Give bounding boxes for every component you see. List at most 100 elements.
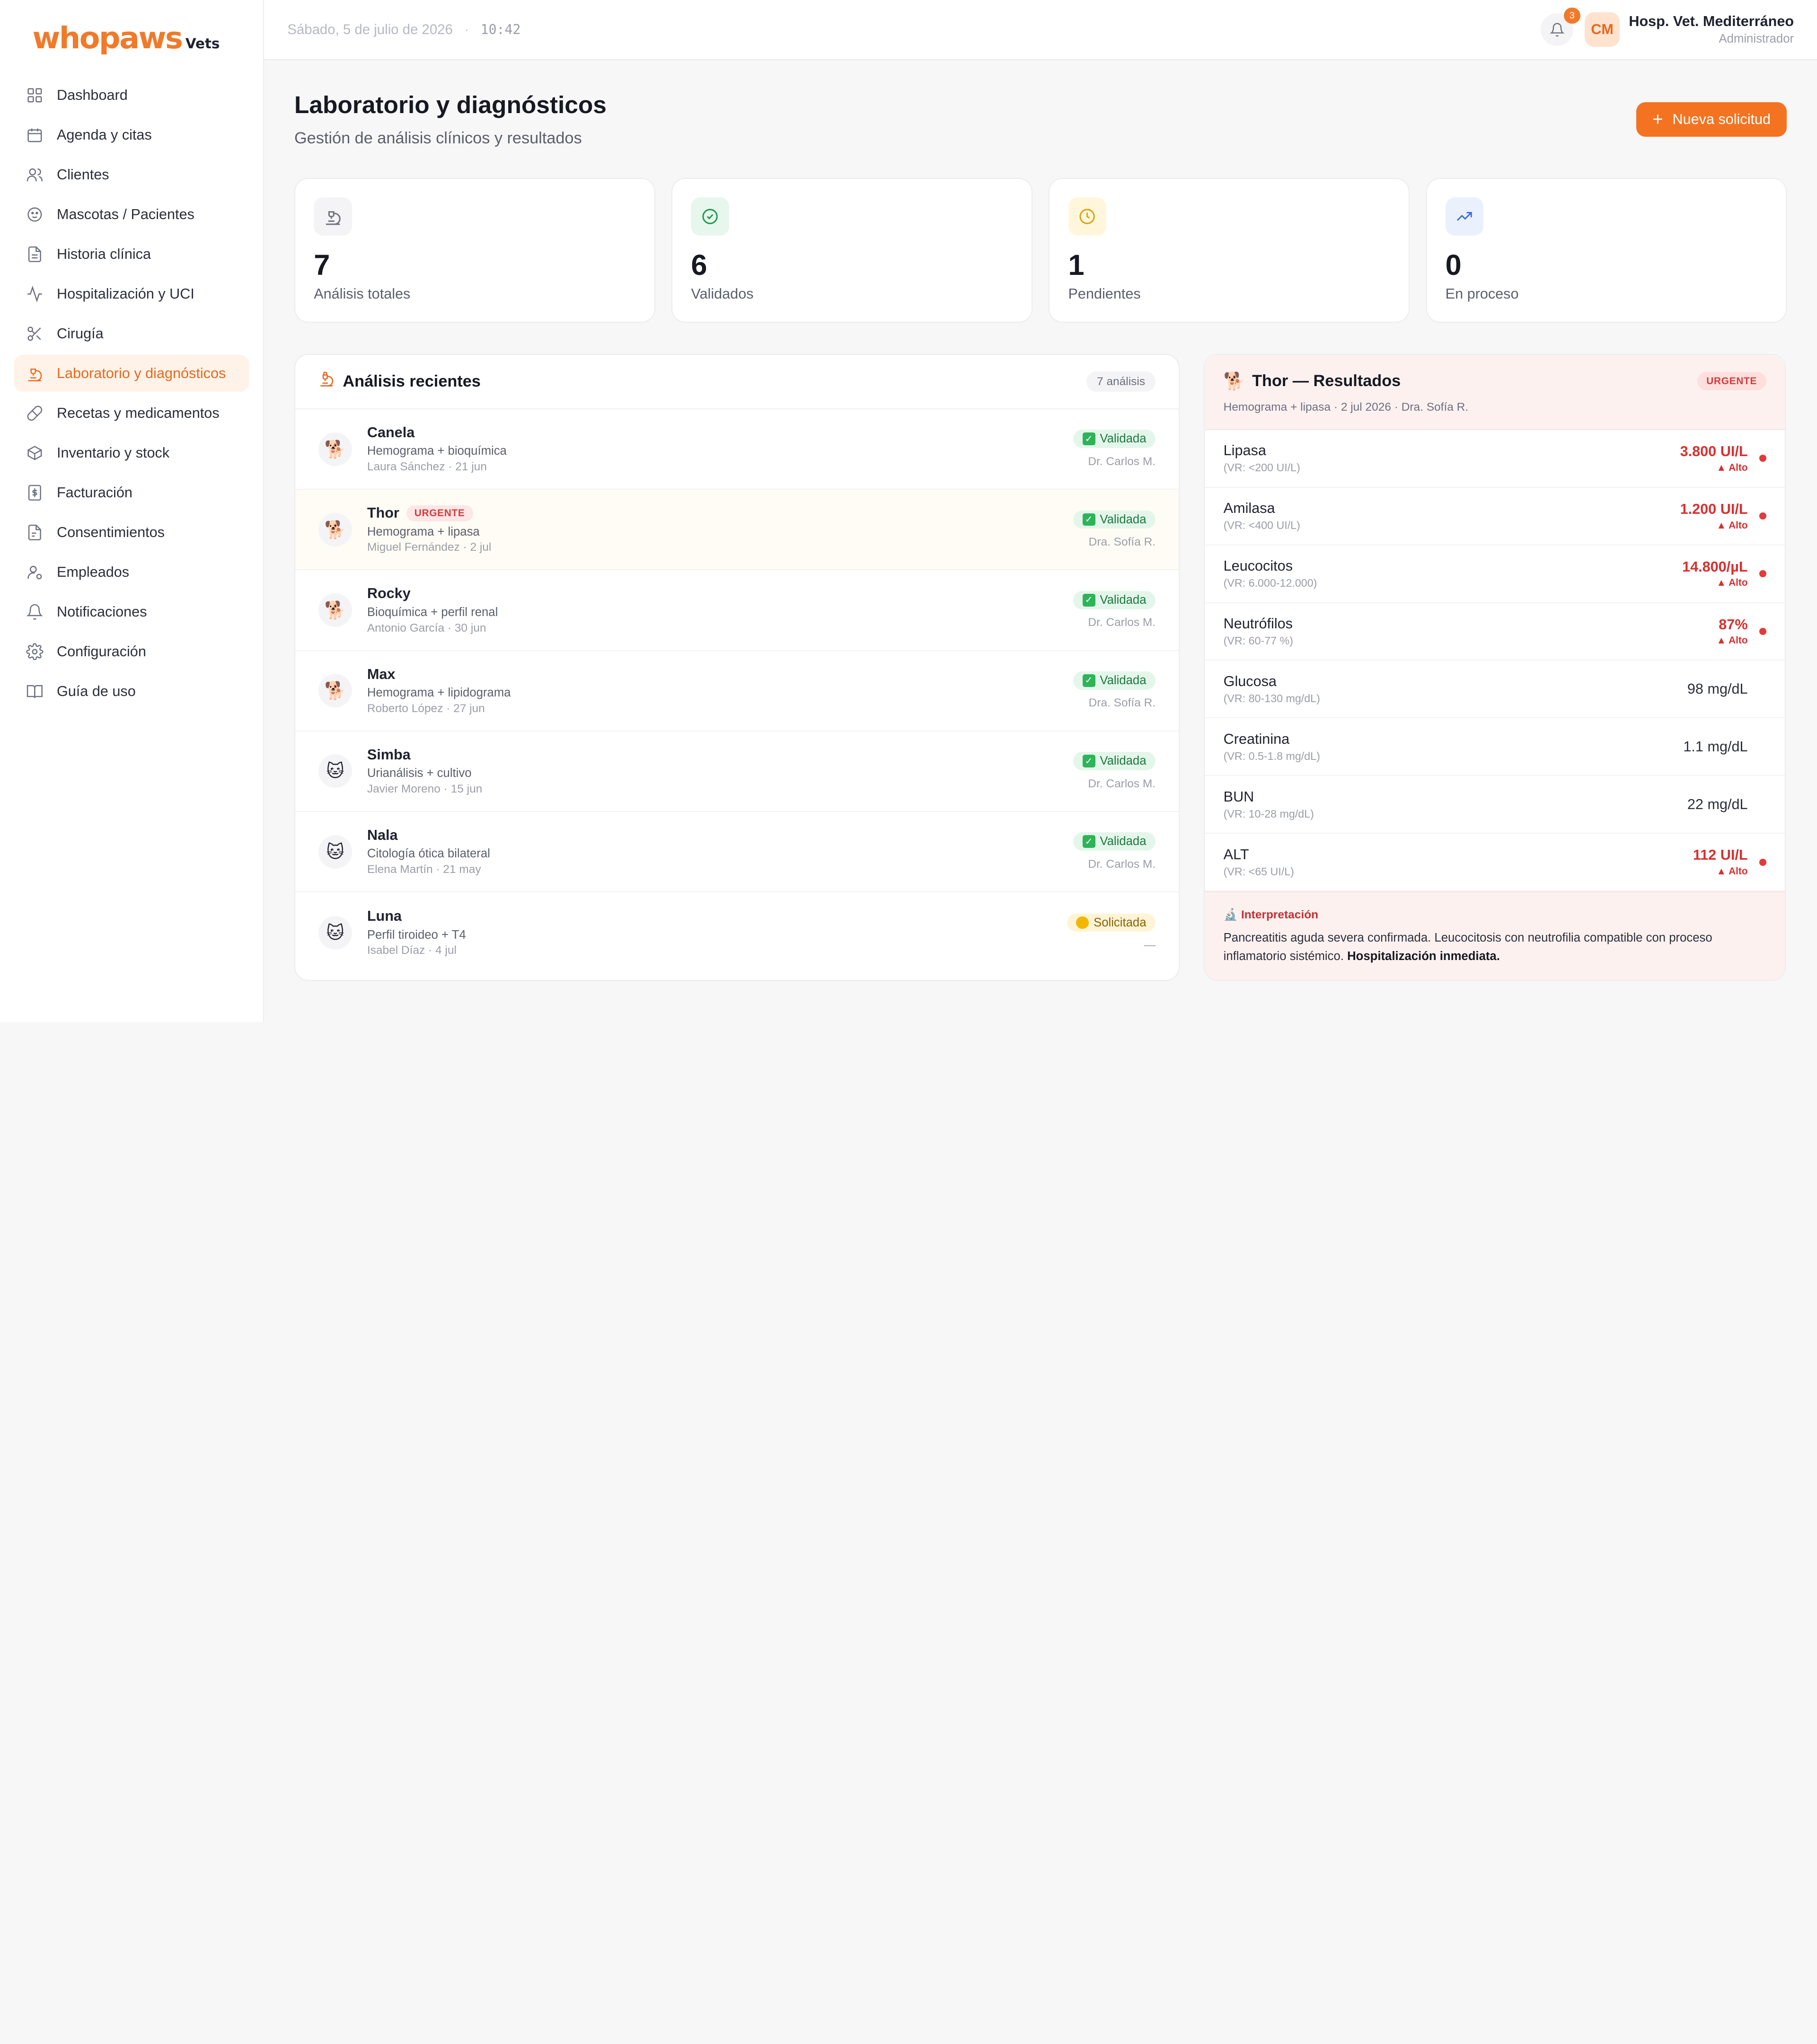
invoice-icon [26,484,44,502]
org-name: Hosp. Vet. Mediterráneo [1629,13,1794,30]
sidebar-item-consentimientos[interactable]: Consentimientos [14,514,249,551]
result-name: Leucocitos [1223,558,1293,574]
doctor-name: Dr. Carlos M. [1088,616,1156,629]
sidebar-item-mascotas-pacientes[interactable]: Mascotas / Pacientes [14,196,249,233]
new-request-button[interactable]: + Nueva solicitud [1636,102,1787,137]
sidebar-item-guia-de-uso[interactable]: Guía de uso [14,673,249,710]
alert-dot-icon [1759,628,1766,635]
result-value: 1.200 UI/L [1680,501,1748,517]
avatar[interactable]: CM [1585,12,1620,47]
table-row[interactable]: 🐱 Nala Citología ótica bilateral Elena Mart… [295,812,1179,893]
logo-sub: Vets [185,35,220,52]
owner-date: Antonio García · 30 jun [367,621,486,634]
sidebar-item-recetas-y-medicamentos[interactable]: Recetas y medicamentos [14,395,249,432]
stat-value: 1 [1068,248,1085,281]
result-reference: (VR: <200 UI/L) [1223,461,1300,474]
result-row: Lipasa (VR: <200 UI/L) 3.800 UI/L ▲ Alto [1205,430,1785,488]
sidebar-item-label: Cirugía [56,325,104,342]
result-value: 22 mg/dL [1687,796,1748,812]
result-name: Lipasa [1223,442,1266,459]
sidebar-item-configuracion[interactable]: Configuración [14,633,249,670]
scissors-icon [26,325,44,343]
alert-dot-icon [1759,455,1766,462]
check-icon: ✓ [1082,674,1095,687]
sidebar-item-laboratorio-y-diagnosticos[interactable]: Laboratorio y diagnósticos [14,355,249,392]
sidebar-item-empleados[interactable]: Empleados [14,554,249,590]
user-gear-icon [26,563,44,581]
stats-row: 7 Análisis totales 6 Validados 1 Pendientes 0 E… [294,177,1787,323]
table-row[interactable]: 🐱 Simba Urianálisis + cultivo Javier Moreno… [295,731,1179,812]
logo-wordmark: whopaws [32,21,183,56]
sidebar-item-agenda-y-citas[interactable]: Agenda y citas [14,116,249,153]
result-row: BUN (VR: 10-28 mg/dL) 22 mg/dL [1205,776,1785,834]
owner-date: Roberto López · 27 jun [367,702,485,715]
bell-icon [26,603,44,621]
owner-date: Miguel Fernández · 2 jul [367,541,492,554]
table-row[interactable]: 🐕 Rocky Bioquímica + perfil renal Antonio G… [295,570,1179,651]
microscope-icon: 🔬 [1223,908,1238,922]
microscope-icon [314,197,353,236]
check-icon: ✓ [1082,835,1095,848]
brand-logo[interactable]: whopaws Vets [14,16,249,77]
pet-name: Max [367,666,396,682]
topbar: Sábado, 5 de julio de 2026 · 10:42 3 CM … [264,0,1817,61]
sidebar-item-historia-clinica[interactable]: Historia clínica [14,236,249,273]
sidebar-item-clientes[interactable]: Clientes [14,156,249,193]
interpretation-text: Pancreatitis aguda severa confirmada. Le… [1223,931,1712,963]
result-reference: (VR: 6.000-12.000) [1223,576,1317,589]
pet-avatar-icon: 🐕 [318,674,353,708]
status-badge: ✓ Validada [1073,430,1156,449]
result-reference: (VR: 0.5-1.8 mg/dL) [1223,749,1320,762]
result-row: Neutrófilos (VR: 60-77 %) 87% ▲ Alto [1205,603,1785,661]
result-row: Glucosa (VR: 80-130 mg/dL) 98 mg/dL [1205,661,1785,719]
pet-avatar-icon: 🐕 [318,432,353,466]
results-card: 🐕 Thor — Resultados URGENTE Hemograma + … [1204,353,1786,981]
trend-up-icon [1445,197,1484,236]
table-row[interactable]: 🐕 Canela Hemograma + bioquímica Laura Sánch… [295,409,1179,490]
pet-name: Nala [367,827,398,844]
alert-dot-icon [1759,570,1766,577]
stat-label: Análisis totales [314,286,411,302]
pet-avatar-icon: 🐕 [318,512,353,546]
sidebar-item-label: Empleados [56,564,130,580]
pill-icon [26,404,44,423]
interpretation-box: 🔬 Interpretación Pancreatitis aguda seve… [1205,891,1785,980]
file-icon [26,245,44,264]
table-row[interactable]: 🐕 Thor URGENTE Hemograma + lipasa Miguel Fer… [295,490,1179,571]
result-reference: (VR: <65 UI/L) [1223,865,1294,878]
stat-value: 7 [314,248,330,281]
org-info[interactable]: Hosp. Vet. Mediterráneo Administrador [1629,13,1794,46]
sidebar-item-label: Mascotas / Pacientes [56,206,194,222]
sidebar-item-facturacion[interactable]: Facturación [14,474,249,511]
result-reference: (VR: 80-130 mg/dL) [1223,692,1320,705]
dog-icon: 🐕 [1223,371,1245,391]
table-row[interactable]: 🐕 Max Hemograma + lipidograma Roberto López… [295,651,1179,731]
sidebar-nav: Dashboard Agenda y citas Clientes Mascotas … [14,77,249,710]
result-row: ALT (VR: <65 UI/L) 112 UI/L ▲ Alto [1205,834,1785,892]
document-icon [26,523,44,542]
sidebar-item-inventario-y-stock[interactable]: Inventario y stock [14,434,249,471]
status-badge: ✓ Validada [1073,671,1156,690]
microscope-icon [318,371,335,392]
sidebar-item-cirugia[interactable]: Cirugía [14,315,249,352]
result-value: 14.800/µL [1682,558,1748,575]
doctor-name: Dra. Sofía R. [1088,536,1156,549]
book-icon [26,682,44,701]
users-icon [26,166,44,184]
test-name: Bioquímica + perfil renal [367,605,498,619]
interpretation-title: 🔬 Interpretación [1223,908,1319,922]
sidebar-item-notificaciones[interactable]: Notificaciones [14,593,249,630]
recent-count: 7 análisis [1086,371,1156,392]
sidebar-item-hospitalizacion-y-uci[interactable]: Hospitalización y UCI [14,275,249,312]
date-separator: · [464,21,469,37]
doctor-name: Dr. Carlos M. [1088,777,1156,790]
high-flag: ▲ Alto [1716,635,1748,646]
sidebar-item-dashboard[interactable]: Dashboard [14,77,249,114]
result-value: 98 mg/dL [1687,680,1748,697]
sidebar: whopaws Vets Dashboard Agenda y citas Clie… [0,0,265,1022]
result-value: 3.800 UI/L [1680,443,1748,459]
table-row[interactable]: 🐱 Luna Perfil tiroideo + T4 Isabel Díaz · 4… [295,892,1179,973]
status-badge: Solicitada [1067,913,1156,932]
notifications-button[interactable]: 3 [1541,8,1580,46]
